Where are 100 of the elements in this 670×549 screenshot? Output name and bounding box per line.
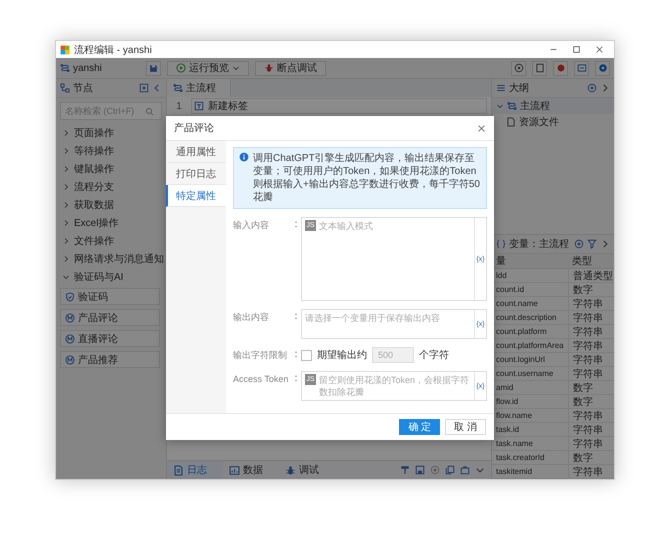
variable-name: count.name bbox=[495, 299, 539, 308]
chart-icon bbox=[229, 464, 240, 476]
colon: : bbox=[294, 310, 298, 324]
category-item[interactable]: 流程分支 bbox=[56, 178, 166, 196]
document-icon bbox=[173, 464, 184, 476]
column-header: 类型 bbox=[571, 254, 593, 268]
variable-name: count.loginUrl bbox=[495, 355, 546, 364]
dialog-title: 产品评论 bbox=[174, 122, 215, 135]
record-icon bbox=[556, 63, 566, 73]
add-icon[interactable] bbox=[139, 83, 149, 93]
logo-icon bbox=[60, 44, 70, 54]
chevron-icon bbox=[62, 165, 70, 173]
settings-button[interactable] bbox=[595, 60, 610, 76]
record-button[interactable] bbox=[553, 60, 568, 76]
line-number: 1 bbox=[175, 100, 183, 112]
flow-node[interactable]: 新建标签 bbox=[191, 98, 487, 114]
notice-text: 调用ChatGPT引擎生成匹配内容，输出结果保存至变量；可使用用户的Token，如果使用花漾的Token则根据输入+输出内容总字数进行收费，每千字符50花瓣 bbox=[253, 152, 481, 204]
variable-type: 字符串 bbox=[568, 325, 614, 338]
debug-button[interactable]: 断点调试 bbox=[255, 60, 326, 76]
field-label: Access Token bbox=[233, 373, 290, 386]
bottom-tab[interactable]: 数据 bbox=[223, 461, 279, 479]
field-label: 输出字符限制 bbox=[233, 349, 288, 362]
tab-icon bbox=[194, 101, 204, 111]
file-icon bbox=[506, 117, 516, 127]
add-icon[interactable] bbox=[587, 83, 597, 93]
category-item[interactable]: 等待操作 bbox=[56, 142, 166, 160]
bug-icon bbox=[285, 464, 296, 476]
confirm-button[interactable]: 确 定 bbox=[399, 419, 440, 435]
cancel-button[interactable]: 取 消 bbox=[445, 419, 486, 435]
save-icon[interactable] bbox=[415, 465, 425, 475]
ai-icon bbox=[65, 334, 75, 344]
category-item[interactable]: 获取数据 bbox=[56, 196, 166, 214]
panel-icon bbox=[576, 63, 586, 73]
variable-name: count.platformArea bbox=[495, 341, 565, 350]
category-item[interactable]: 页面操作 bbox=[56, 124, 166, 142]
chevron-icon bbox=[62, 219, 70, 227]
bottom-tab[interactable]: 日志 bbox=[167, 461, 223, 479]
stop-icon[interactable] bbox=[430, 465, 440, 475]
panel-button[interactable] bbox=[574, 60, 589, 76]
variable-name: flow.id bbox=[495, 397, 520, 406]
node-item[interactable]: 产品推荐 bbox=[60, 351, 160, 368]
node-item[interactable]: 产品评论 bbox=[60, 309, 160, 326]
column-header: 量 bbox=[495, 255, 507, 268]
variable-type: 数字 bbox=[568, 395, 614, 408]
search-icon bbox=[145, 106, 154, 116]
briefcase-icon[interactable] bbox=[460, 465, 470, 475]
close-icon[interactable] bbox=[477, 124, 486, 132]
document-icon bbox=[534, 63, 544, 73]
editor-tab[interactable]: 主流程 bbox=[167, 79, 231, 97]
close-icon[interactable] bbox=[595, 45, 604, 54]
dialog-tab[interactable]: 特定属性 bbox=[166, 185, 226, 207]
maximize-icon[interactable] bbox=[572, 45, 581, 54]
brush-icon[interactable] bbox=[400, 465, 410, 475]
variable-type: 字符串 bbox=[568, 353, 614, 366]
panel-title: 变量：主流程 bbox=[509, 238, 570, 251]
node-item[interactable]: 验证码 bbox=[60, 288, 160, 305]
settings-icon bbox=[598, 63, 608, 73]
variable-name: count.id bbox=[495, 285, 526, 294]
panel-title: 节点 bbox=[73, 82, 94, 95]
target-button[interactable] bbox=[511, 60, 526, 76]
flow-icon bbox=[60, 63, 70, 73]
project-name: yanshi bbox=[73, 62, 102, 74]
bottom-tab[interactable]: 调试 bbox=[279, 461, 335, 479]
variable-name: ldd bbox=[495, 271, 508, 280]
variable-name: task.creatorId bbox=[495, 453, 546, 462]
variable-type: 字符串 bbox=[568, 297, 614, 310]
filter-icon[interactable] bbox=[587, 239, 597, 249]
chevron-icon bbox=[62, 273, 70, 281]
copy-icon[interactable] bbox=[445, 465, 455, 475]
outline-item[interactable]: 资源文件 bbox=[492, 114, 614, 130]
add-icon[interactable] bbox=[574, 239, 584, 249]
play-icon bbox=[176, 63, 186, 73]
save-button[interactable] bbox=[146, 60, 161, 76]
variable-type: 字符串 bbox=[568, 409, 614, 422]
variable-type: 普通类型 bbox=[568, 269, 614, 282]
variable-name: task.name bbox=[495, 439, 534, 448]
chevron-icon bbox=[496, 102, 504, 110]
variable-type: 数字 bbox=[568, 283, 614, 296]
chevron-icon bbox=[62, 147, 70, 155]
category-item[interactable]: 文件操作 bbox=[56, 232, 166, 250]
dialog-tab[interactable]: 通用属性 bbox=[166, 141, 226, 163]
variable-type: 字符串 bbox=[568, 339, 614, 352]
save-icon bbox=[149, 64, 158, 72]
nodes-icon bbox=[60, 83, 70, 93]
run-preview-button[interactable]: 运行预览 bbox=[167, 60, 249, 76]
category-item[interactable]: 网络请求与消息通知 bbox=[56, 250, 166, 268]
variable-name: task.id bbox=[495, 425, 520, 434]
category-item[interactable]: 键鼠操作 bbox=[56, 160, 166, 178]
chevron-icon bbox=[62, 255, 70, 263]
category-item[interactable]: 验证码与AI bbox=[56, 268, 166, 286]
document-button[interactable] bbox=[532, 60, 547, 76]
outline-item[interactable]: 主流程 bbox=[492, 98, 614, 114]
variable-type: 字符串 bbox=[568, 311, 614, 324]
variable-name: amid bbox=[495, 383, 514, 392]
window-title: 流程编辑 - yanshi bbox=[74, 44, 153, 56]
node-item[interactable]: 直播评论 bbox=[60, 330, 160, 347]
chevron-icon bbox=[62, 201, 70, 209]
ai-icon bbox=[65, 312, 75, 322]
category-item[interactable]: Excel操作 bbox=[56, 214, 166, 232]
colon: : bbox=[294, 372, 298, 386]
